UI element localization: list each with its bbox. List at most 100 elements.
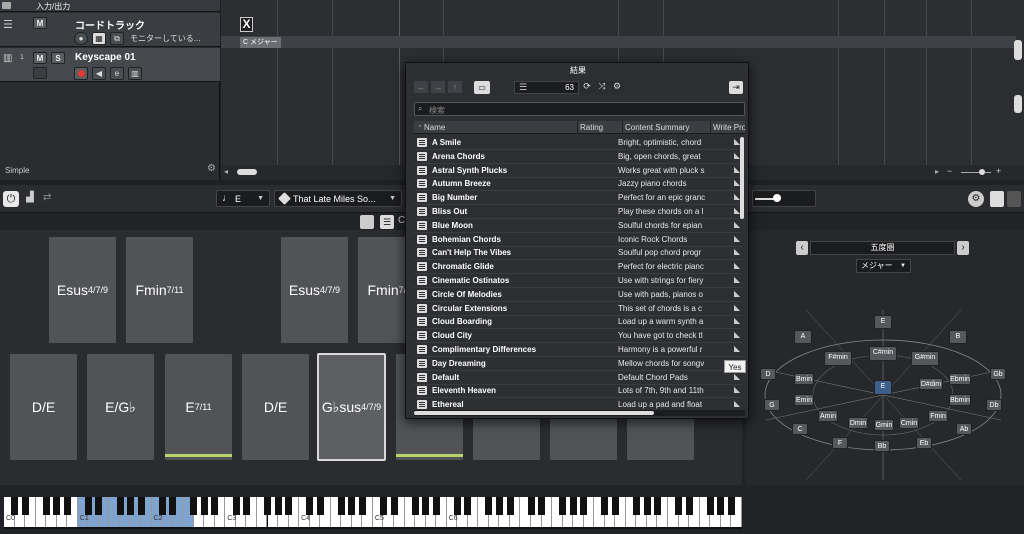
chord-pad[interactable]: D/E [9,353,78,461]
list-scroll-thumb[interactable] [740,137,744,219]
piano-black-key[interactable] [569,497,577,515]
circle-chord-node[interactable]: Db [986,399,1002,411]
circle-chord-node[interactable]: Cmin [899,417,919,429]
export-icon[interactable]: ⇥ [729,81,743,94]
circle-chord-node[interactable]: D [760,368,776,380]
chord-pad[interactable]: Fmin7/11 [125,236,194,344]
piano-black-key[interactable] [717,497,725,515]
piano-black-key[interactable] [643,497,651,515]
chord-pad[interactable]: D/E [241,353,310,461]
circle-chord-node[interactable]: Fmin [928,410,948,422]
voicing-slider[interactable] [752,190,816,207]
piano-black-key[interactable] [358,497,366,515]
piano-icon[interactable]: ▥ [128,67,142,80]
piano-black-key[interactable] [11,497,19,515]
power-icon[interactable]: ⏻ [3,191,19,207]
levels-icon[interactable]: ▟ [26,192,34,203]
piano-black-key[interactable] [411,497,419,515]
circle-chord-node[interactable]: C#min [869,346,897,361]
col-name[interactable]: Name [424,123,445,132]
piano-black-key[interactable] [42,497,50,515]
table-row[interactable]: Can't Help The Vibes Soulful pop chord pr… [414,246,742,261]
table-row[interactable]: Bliss Out Play these chords on a l ◣ [414,205,742,219]
table-row[interactable]: Cinematic Ostinatos Use with strings for … [414,274,742,288]
piano-black-key[interactable] [53,497,61,515]
piano-black-key[interactable] [580,497,588,515]
settings-icon[interactable]: ⚙ [968,191,984,207]
circle-chord-node[interactable]: Gb [990,368,1006,380]
piano-black-key[interactable] [232,497,240,515]
piano-black-key[interactable] [348,497,356,515]
vertical-scroll-thumb[interactable] [1014,40,1022,60]
forward-icon[interactable]: → [431,81,445,93]
piano-black-key[interactable] [264,497,272,515]
circle-chord-node[interactable]: F#min [824,351,852,366]
shuffle-icon[interactable]: ⤨ [595,81,609,94]
track-name[interactable]: Keyscape 01 [75,52,136,63]
horizontal-scroll[interactable] [414,410,745,416]
circle-chord-node[interactable]: Ebmin [949,373,971,385]
refresh-icon[interactable]: ⟳ [580,81,594,94]
zoom-in-icon[interactable]: + [996,166,1001,176]
arrows-icon[interactable]: ⇄ [43,192,51,203]
circle-chord-node[interactable]: Emin [794,394,814,406]
scroll-thumb[interactable] [414,411,654,415]
piano-black-key[interactable] [211,497,219,515]
piano-black-key[interactable] [496,497,503,515]
piano-black-key[interactable] [485,497,493,515]
piano-black-key[interactable] [527,497,535,515]
table-row[interactable]: Default Default Chord Pads ◣ [414,371,742,385]
piano-black-key[interactable] [316,497,324,515]
piano-black-key[interactable] [63,497,71,515]
circle-chord-node[interactable]: F [832,437,848,449]
table-row[interactable]: Arena Chords Big, open chords, great ◣ [414,150,742,164]
circle-chord-node[interactable]: Bb [874,440,890,452]
chord-pad[interactable]: E7/11 [164,353,233,461]
table-row[interactable]: Day DreamingMellow chords for songv◣ [414,357,742,371]
piano-black-key[interactable] [95,497,103,515]
piano-black-key[interactable] [190,497,198,515]
piano-black-key[interactable] [727,497,735,515]
record-button[interactable] [74,67,88,80]
piano-black-key[interactable] [453,497,461,515]
piano-black-key[interactable] [601,497,609,515]
piano-black-key[interactable] [116,497,124,515]
piano-black-key[interactable] [506,497,514,515]
lane-button[interactable] [33,67,47,79]
piano-black-key[interactable] [200,497,208,515]
back-icon[interactable]: ← [414,81,428,93]
location-icon[interactable]: ▭ [474,81,490,94]
piano-black-key[interactable] [337,497,345,515]
instrument-track-row[interactable]: ▥ 1 M S Keyscape 01 ◀ e ▥ [0,48,220,82]
chord-track-row[interactable]: ☰ M コードトラック ● ▦ ⧉ モニターしている... [0,13,220,47]
track-name[interactable]: コードトラック [75,17,145,32]
scroll-thumb[interactable] [237,169,257,175]
col-content-summary[interactable]: Content Summary [625,123,689,132]
piano-black-key[interactable] [685,497,693,515]
table-row[interactable]: Eleventh Heaven Lots of 7th, 9th and 11th… [414,384,742,399]
piano-black-key[interactable] [633,497,641,515]
mode-select[interactable]: メジャー ▼ [856,259,911,273]
circle-chord-node[interactable]: Bmin [794,373,814,385]
keyboard[interactable]: C0 C1 C2 C3 C4 C5 C6 [4,497,742,529]
panel-toggle-right[interactable] [1007,191,1021,207]
circle-chord-node[interactable]: Eb [916,437,932,449]
previous-button[interactable]: ‹ [796,241,808,255]
piano-black-key[interactable] [380,497,388,515]
col-write-protect[interactable]: Write Protec [713,123,745,132]
circle-chord-node[interactable]: D#dim [919,378,943,390]
panel-toggle-left[interactable] [990,191,1004,207]
up-icon[interactable]: ↑ [448,81,462,93]
zoom-slider[interactable] [979,169,985,175]
piano-black-key[interactable] [137,497,145,515]
next-button[interactable]: › [957,241,969,255]
zoom-out-icon[interactable]: − [947,166,952,176]
table-row[interactable]: Cloud Boarding Load up a warm synth a ◣ [414,315,742,330]
table-row[interactable]: Big Number Perfect for an epic granc ◣ [414,191,742,206]
speaker-icon[interactable]: ◀ [92,67,106,80]
gear-icon[interactable]: ⚙ [610,81,624,94]
table-row[interactable]: Complimentary Differences Harmony is a po… [414,343,742,357]
table-row[interactable]: Bohemian Chords Iconic Rock Chords ◣ [414,233,742,247]
monitor-dot-icon[interactable]: ● [74,32,88,45]
circle-chord-node[interactable]: Amin [818,410,838,422]
